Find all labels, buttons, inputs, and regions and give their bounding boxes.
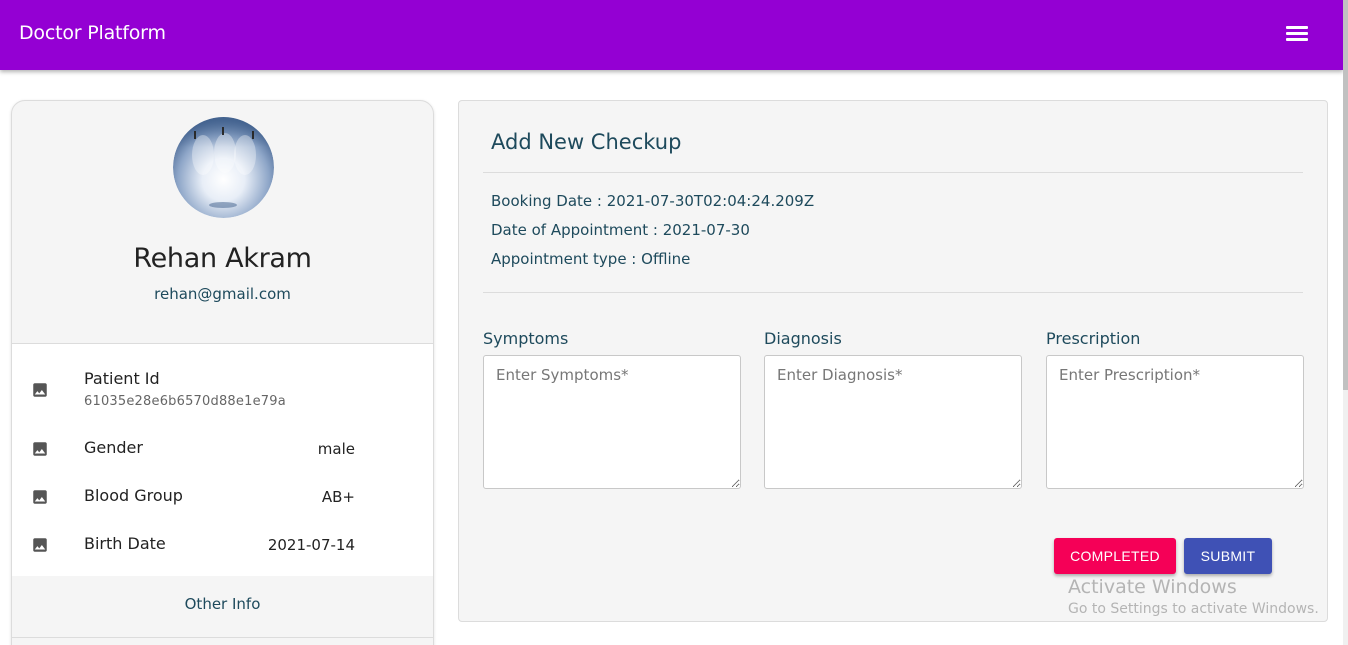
symptoms-input[interactable] (483, 355, 741, 489)
diagnosis-label: Diagnosis (764, 329, 842, 348)
divider (483, 292, 1303, 293)
patient-name: Rehan Akram (133, 243, 312, 274)
completed-button[interactable]: COMPLETED (1054, 538, 1176, 574)
activate-windows-subtitle: Go to Settings to activate Windows. (1068, 601, 1319, 617)
prescription-label: Prescription (1046, 329, 1141, 348)
info-value: 61035e28e6b6570d88e1e79a (84, 394, 286, 409)
image-icon (33, 490, 47, 504)
booking-date: Booking Date : 2021-07-30T02:04:24.209Z (491, 192, 815, 210)
other-info-title: Other Info (184, 595, 261, 613)
info-row-birth-date: Birth Date 2021-07-14 (12, 528, 433, 558)
prescription-input[interactable] (1046, 355, 1304, 489)
info-row-gender: Gender male (12, 432, 433, 462)
other-info-section[interactable]: Other Info (12, 576, 433, 638)
info-label: Blood Group (84, 486, 183, 505)
diagnosis-input[interactable] (764, 355, 1022, 489)
info-value: 2021-07-14 (267, 536, 355, 554)
image-icon (33, 442, 47, 456)
appointment-type: Appointment type : Offline (491, 250, 691, 268)
appointment-date: Date of Appointment : 2021-07-30 (491, 221, 750, 239)
scrollbar-thumb[interactable] (1343, 0, 1348, 390)
info-label: Gender (84, 438, 143, 457)
patient-profile-card: Rehan Akram rehan@gmail.com Patient Id 6… (11, 100, 434, 645)
app-bar: Doctor Platform (0, 0, 1343, 70)
submit-button[interactable]: SUBMIT (1184, 538, 1272, 574)
app-title: Doctor Platform (19, 22, 166, 44)
page-scrollbar[interactable] (1343, 0, 1348, 645)
info-row-patient-id: Patient Id 61035e28e6b6570d88e1e79a (12, 364, 433, 414)
image-icon (33, 383, 47, 397)
info-label: Birth Date (84, 534, 166, 553)
activate-windows-title: Activate Windows (1068, 576, 1237, 598)
add-checkup-card: Add New Checkup Booking Date : 2021-07-3… (458, 100, 1328, 622)
page-title: Add New Checkup (491, 130, 682, 154)
divider (483, 172, 1303, 173)
avatar (173, 117, 274, 218)
info-value: male (317, 440, 355, 458)
info-value: AB+ (321, 488, 355, 506)
symptoms-label: Symptoms (483, 329, 569, 348)
image-icon (33, 538, 47, 552)
patient-email: rehan@gmail.com (154, 285, 291, 303)
info-label: Patient Id (84, 369, 160, 388)
info-row-blood-group: Blood Group AB+ (12, 480, 433, 510)
hamburger-menu-icon[interactable] (1281, 22, 1313, 46)
patient-info-list: Patient Id 61035e28e6b6570d88e1e79a Gend… (12, 344, 433, 576)
